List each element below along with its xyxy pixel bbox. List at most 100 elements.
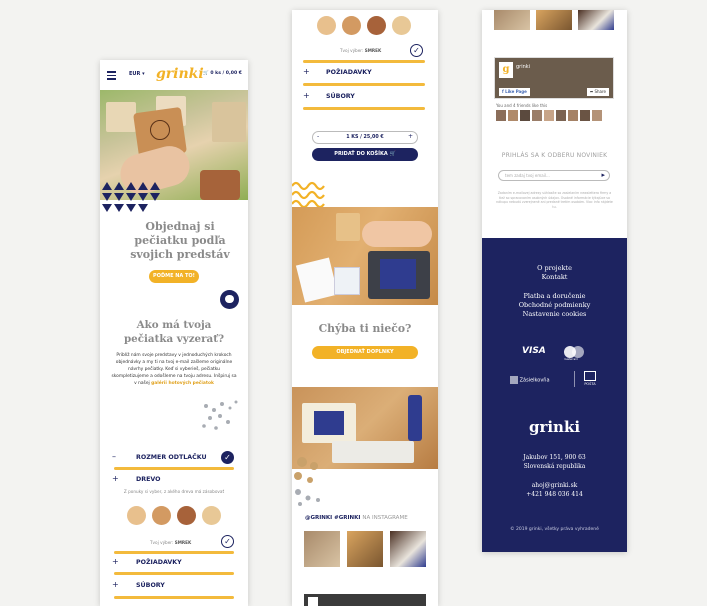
missing-title: Chýba ti niečo? — [318, 322, 412, 335]
copyright: © 2019 grinki, všetky práva vyhradené — [510, 527, 599, 532]
check-icon: ✓ — [410, 44, 423, 57]
row-subory-label[interactable]: SÚBORY — [136, 582, 165, 589]
divider — [574, 371, 575, 387]
check-icon: ✓ — [221, 535, 234, 548]
avatar — [544, 110, 554, 121]
instagram-post[interactable] — [536, 10, 572, 30]
wood-swatch-buk[interactable] — [152, 506, 171, 525]
row-drevo-label[interactable]: DREVO — [136, 476, 161, 483]
cart-icon: 🛒 — [203, 71, 209, 76]
wood-swatch-javor[interactable] — [202, 506, 221, 525]
triangle-pattern-decoration — [102, 182, 160, 212]
avatar — [496, 110, 506, 121]
row-subory-label[interactable]: SÚBORY — [326, 93, 355, 100]
cart-button[interactable]: 🛒 0 ks / 0,00 € — [203, 71, 242, 76]
avatar — [532, 110, 542, 121]
divider — [114, 551, 234, 554]
zasielkovna-logo: Zásielkovňa — [510, 376, 550, 384]
row-poziadavky-label[interactable]: POŽIADAVKY — [326, 69, 372, 76]
row-rozmer-label[interactable]: ROZMER ODTLAČKU — [136, 454, 207, 461]
newsletter-title: PRIHLÁS SA K ODBERU NOVINIEK — [501, 152, 608, 159]
shield-icon — [510, 376, 518, 384]
dots-decoration — [202, 400, 238, 430]
contact-email[interactable]: ahoj@grinki.sk — [482, 481, 627, 490]
fb-page-name[interactable]: grinki — [516, 64, 530, 70]
fb-like-button[interactable]: f Like Page — [499, 88, 530, 96]
quantity-increase-button[interactable]: + — [408, 133, 413, 140]
add-to-cart-label: PRIDAŤ DO KOŠÍKA — [334, 151, 388, 157]
facebook-page-widget: g grinki f Like Page ➦ Share — [494, 57, 614, 99]
mastercard-logo: mastercard — [564, 346, 588, 362]
collapse-icon[interactable]: – — [112, 452, 116, 461]
expand-icon[interactable]: + — [112, 474, 119, 483]
divider — [114, 596, 234, 599]
currency-select[interactable]: EUR ▾ — [129, 71, 145, 77]
contact-phone[interactable]: +421 948 036 414 — [482, 490, 627, 499]
instagram-tags[interactable]: @GRINKI #GRINKI — [305, 515, 360, 521]
stamping-photo — [292, 207, 438, 305]
footer-link-cookies[interactable]: Nastavenie cookies — [482, 310, 627, 319]
wood-swatch-orech[interactable] — [177, 506, 196, 525]
expand-icon[interactable]: + — [112, 580, 119, 589]
avatar — [520, 110, 530, 121]
footer-link-obchodne-podmienky[interactable]: Obchodné podmienky — [482, 301, 627, 310]
posta-icon — [584, 371, 596, 381]
order-accessories-button[interactable]: OBJEDNAŤ DOPLNKY — [312, 346, 418, 359]
chat-button[interactable] — [220, 290, 239, 309]
menu-icon[interactable] — [107, 71, 116, 80]
newsletter-email-field[interactable]: tem zadaj tvoj email... ▸ — [498, 170, 610, 181]
divider — [303, 107, 425, 110]
posta-logo: POŠTA — [580, 371, 600, 386]
fb-share-label: Share — [594, 89, 606, 94]
wood-swatch-orech[interactable] — [367, 16, 386, 35]
selection-label: Tvoj výber: — [340, 48, 364, 53]
expand-icon[interactable]: + — [303, 91, 310, 100]
wood-swatch-smrek[interactable] — [127, 506, 146, 525]
instagram-suffix: NA INSTAGRAME — [362, 515, 408, 521]
instagram-heading: @GRINKI #GRINKI NA INSTAGRAME — [305, 515, 408, 521]
gallery-link[interactable]: galérii hotových pečiatok — [151, 381, 214, 386]
wood-swatch-buk[interactable] — [342, 16, 361, 35]
address-line-1: Jakubov 151, 900 63 — [523, 454, 586, 461]
selection-value: SMREK — [364, 48, 382, 53]
logo[interactable]: grinki — [156, 66, 204, 82]
quantity-value: 1 KS / 25,00 € — [346, 134, 384, 140]
divider — [114, 467, 234, 470]
avatar — [508, 110, 518, 121]
selection-value: SMREK — [174, 540, 192, 545]
footer-link-kontakt[interactable]: Kontakt — [482, 273, 627, 282]
wood-swatch-javor[interactable] — [392, 16, 411, 35]
footer-link-platba[interactable]: Platba a doručenie — [482, 292, 627, 301]
fb-like-label: Like Page — [505, 89, 527, 94]
hero-cta-button[interactable]: POĎME NA TO! — [149, 270, 199, 283]
instagram-post[interactable] — [494, 10, 530, 30]
add-to-cart-button[interactable]: PRIDAŤ DO KOŠÍKA 🛒 — [312, 148, 418, 161]
fb-page-thumbnail — [308, 597, 318, 606]
instagram-post[interactable] — [304, 531, 340, 567]
divider — [303, 60, 425, 63]
intro-text: Priblíž nám svoje predstavy v jednoduchý… — [110, 352, 238, 387]
selection-label: Tvoj výber: — [150, 540, 174, 545]
cart-icon: 🛒 — [389, 151, 396, 157]
expand-icon[interactable]: + — [112, 557, 119, 566]
drevo-hint: Z ponuky si vyber, z akého dreva má záso… — [123, 489, 225, 494]
facebook-widget-preview — [304, 594, 426, 606]
fb-share-button[interactable]: ➦ Share — [586, 88, 609, 96]
wood-swatch-smrek[interactable] — [317, 16, 336, 35]
submit-arrow-icon[interactable]: ▸ — [601, 171, 605, 180]
avatar — [556, 110, 566, 121]
visa-logo: VISA — [522, 346, 546, 356]
mobile-screen-footer: g grinki f Like Page ➦ Share You and 4 f… — [482, 10, 627, 552]
newsletter-note: Zadaním e-mailovej adresy súhlasíte so z… — [496, 191, 613, 209]
instagram-post[interactable] — [578, 10, 614, 30]
instagram-post[interactable] — [347, 531, 383, 567]
chat-icon — [225, 295, 234, 303]
expand-icon[interactable]: + — [303, 67, 310, 76]
footer-link-o-projekte[interactable]: O projekte — [482, 264, 627, 273]
currency-value: EUR — [129, 71, 141, 77]
row-poziadavky-label[interactable]: POŽIADAVKY — [136, 559, 182, 566]
instagram-post[interactable] — [390, 531, 426, 567]
footer-logo: grinki — [528, 418, 581, 436]
quantity-stepper[interactable]: - 1 KS / 25,00 € + — [312, 131, 418, 144]
avatar — [592, 110, 602, 121]
